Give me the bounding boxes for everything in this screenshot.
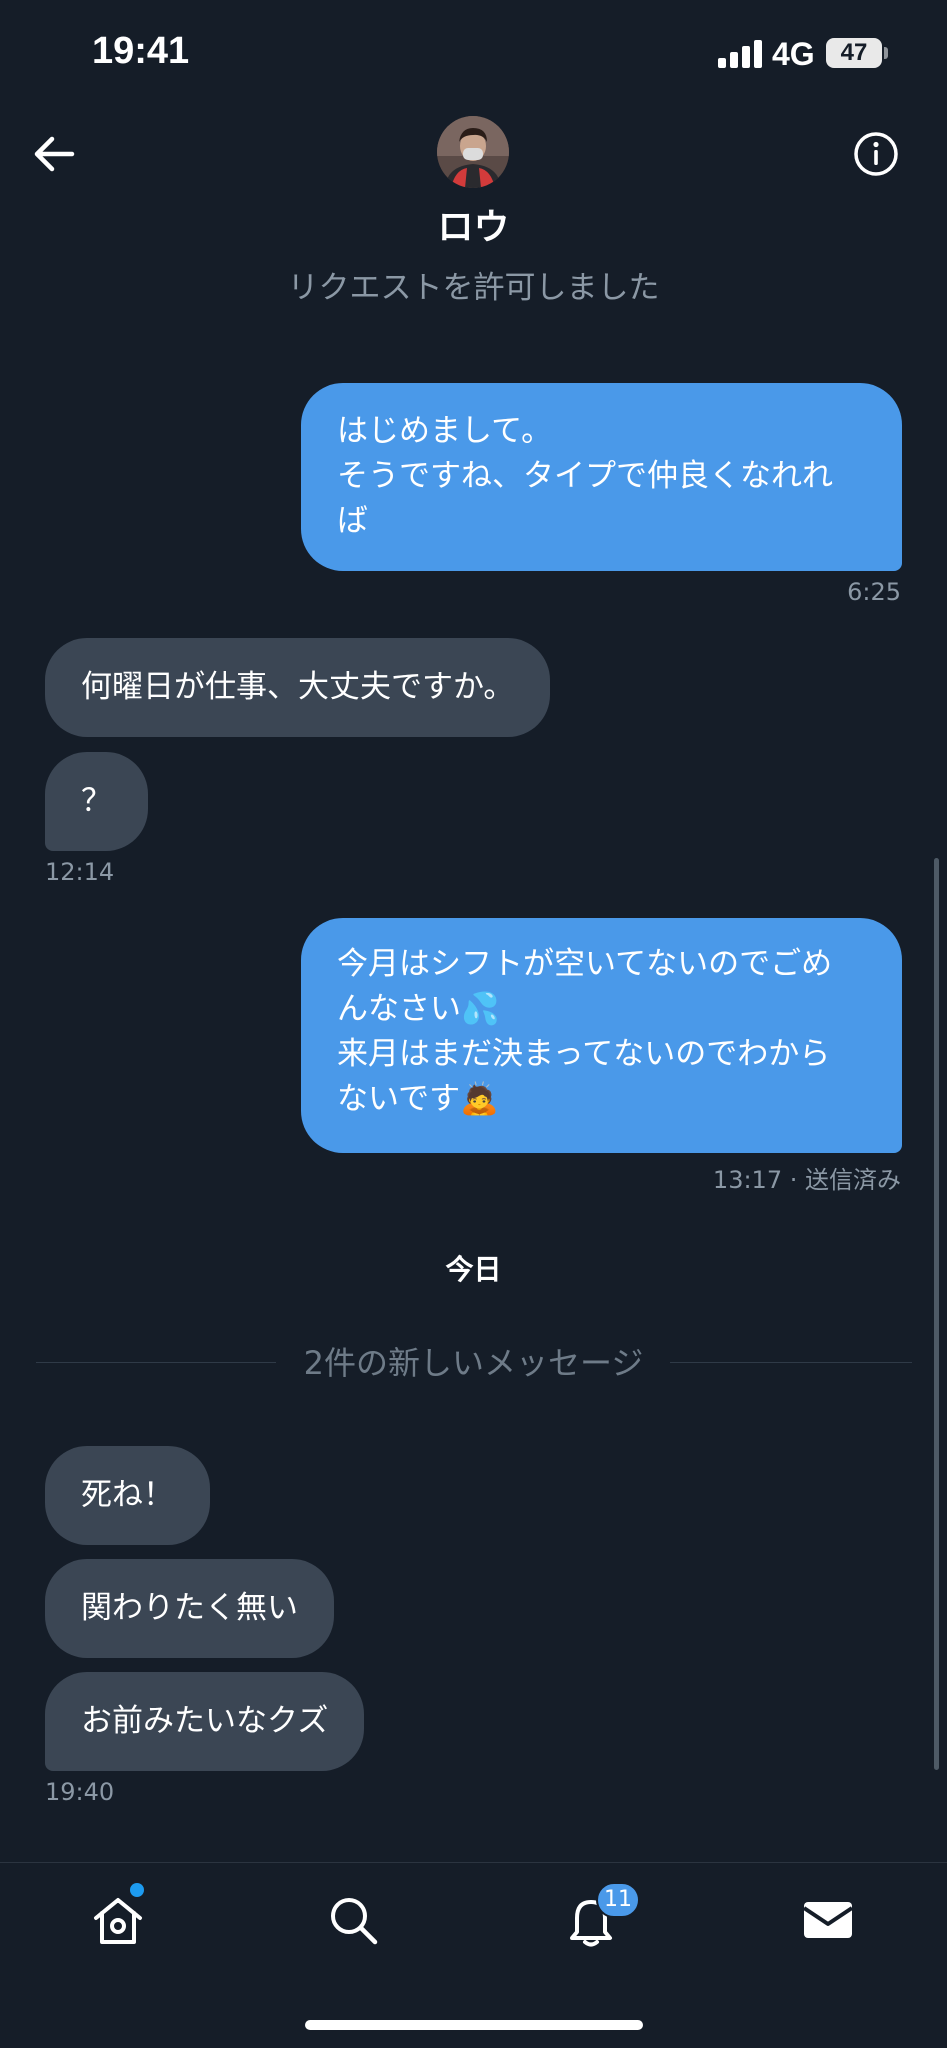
nav-messages[interactable] bbox=[800, 1892, 856, 1948]
info-button[interactable] bbox=[850, 128, 902, 180]
message-line: ないです🙇 bbox=[337, 1081, 499, 1117]
avatar[interactable] bbox=[437, 116, 509, 188]
home-badge-dot bbox=[130, 1883, 144, 1897]
scrollbar[interactable] bbox=[934, 858, 939, 1770]
message-line: ば bbox=[337, 503, 368, 539]
signal-icon bbox=[718, 40, 762, 68]
message-timestamp: 6:25 bbox=[847, 578, 901, 606]
battery-tip bbox=[884, 47, 888, 59]
avatar-image bbox=[437, 116, 509, 188]
new-messages-divider: 2件の新しいメッセージ bbox=[0, 1338, 947, 1384]
nav-home[interactable] bbox=[90, 1892, 146, 1948]
message-line: んなさい💦 bbox=[337, 991, 500, 1027]
day-separator: 今日 bbox=[445, 1253, 502, 1286]
message-timestamp: 12:14 bbox=[45, 858, 115, 886]
search-icon bbox=[331, 1898, 378, 1945]
message-bubble-received[interactable]: ？ bbox=[45, 752, 148, 851]
message-bubble-received[interactable]: 何曜日が仕事、大丈夫ですか。 bbox=[45, 638, 551, 737]
messages-icon bbox=[802, 1902, 854, 1938]
message-timestamp: 19:40 bbox=[45, 1778, 115, 1806]
back-arrow-icon bbox=[34, 136, 75, 172]
notification-badge: 11 bbox=[596, 1882, 640, 1918]
status-time: 19:41 bbox=[92, 30, 190, 72]
message-timestamp: 13:17 · 送信済み bbox=[713, 1160, 901, 1195]
request-status: リクエストを許可しました bbox=[287, 270, 660, 306]
home-indicator bbox=[305, 2020, 643, 2030]
message-time: 13:17 bbox=[712, 1166, 783, 1194]
network-type: 4G bbox=[772, 36, 815, 72]
message-bubble-received[interactable]: 関わりたく無い bbox=[45, 1559, 334, 1658]
contact-name[interactable]: ロウ bbox=[0, 198, 947, 250]
new-messages-label: 2件の新しいメッセージ bbox=[285, 1344, 662, 1382]
message-bubble-sent[interactable]: 今月はシフトが空いてないのでごめ んなさい💦 来月はまだ決まってないのでわから … bbox=[301, 918, 902, 1153]
bottom-nav-border bbox=[0, 1862, 947, 1863]
message-bubble-received[interactable]: お前みたいなクズ bbox=[45, 1672, 365, 1771]
info-icon bbox=[854, 132, 898, 176]
message-line: 来月はまだ決まってないのでわから bbox=[337, 1036, 831, 1072]
back-button[interactable] bbox=[28, 128, 80, 180]
home-icon bbox=[94, 1898, 142, 1944]
message-line: はじめまして。 bbox=[337, 413, 553, 449]
message-line: 今月はシフトが空いてないのでごめ bbox=[337, 946, 833, 982]
message-bubble-sent[interactable]: はじめまして。 そうですね、タイプで仲良くなれれ ば bbox=[301, 383, 902, 571]
delivery-status: · 送信済み bbox=[789, 1166, 901, 1194]
battery-icon: 47 bbox=[826, 38, 882, 68]
message-line: そうですね、タイプで仲良くなれれ bbox=[337, 458, 833, 494]
nav-search[interactable] bbox=[325, 1892, 381, 1948]
message-bubble-received[interactable]: 死ね！ bbox=[45, 1446, 210, 1545]
